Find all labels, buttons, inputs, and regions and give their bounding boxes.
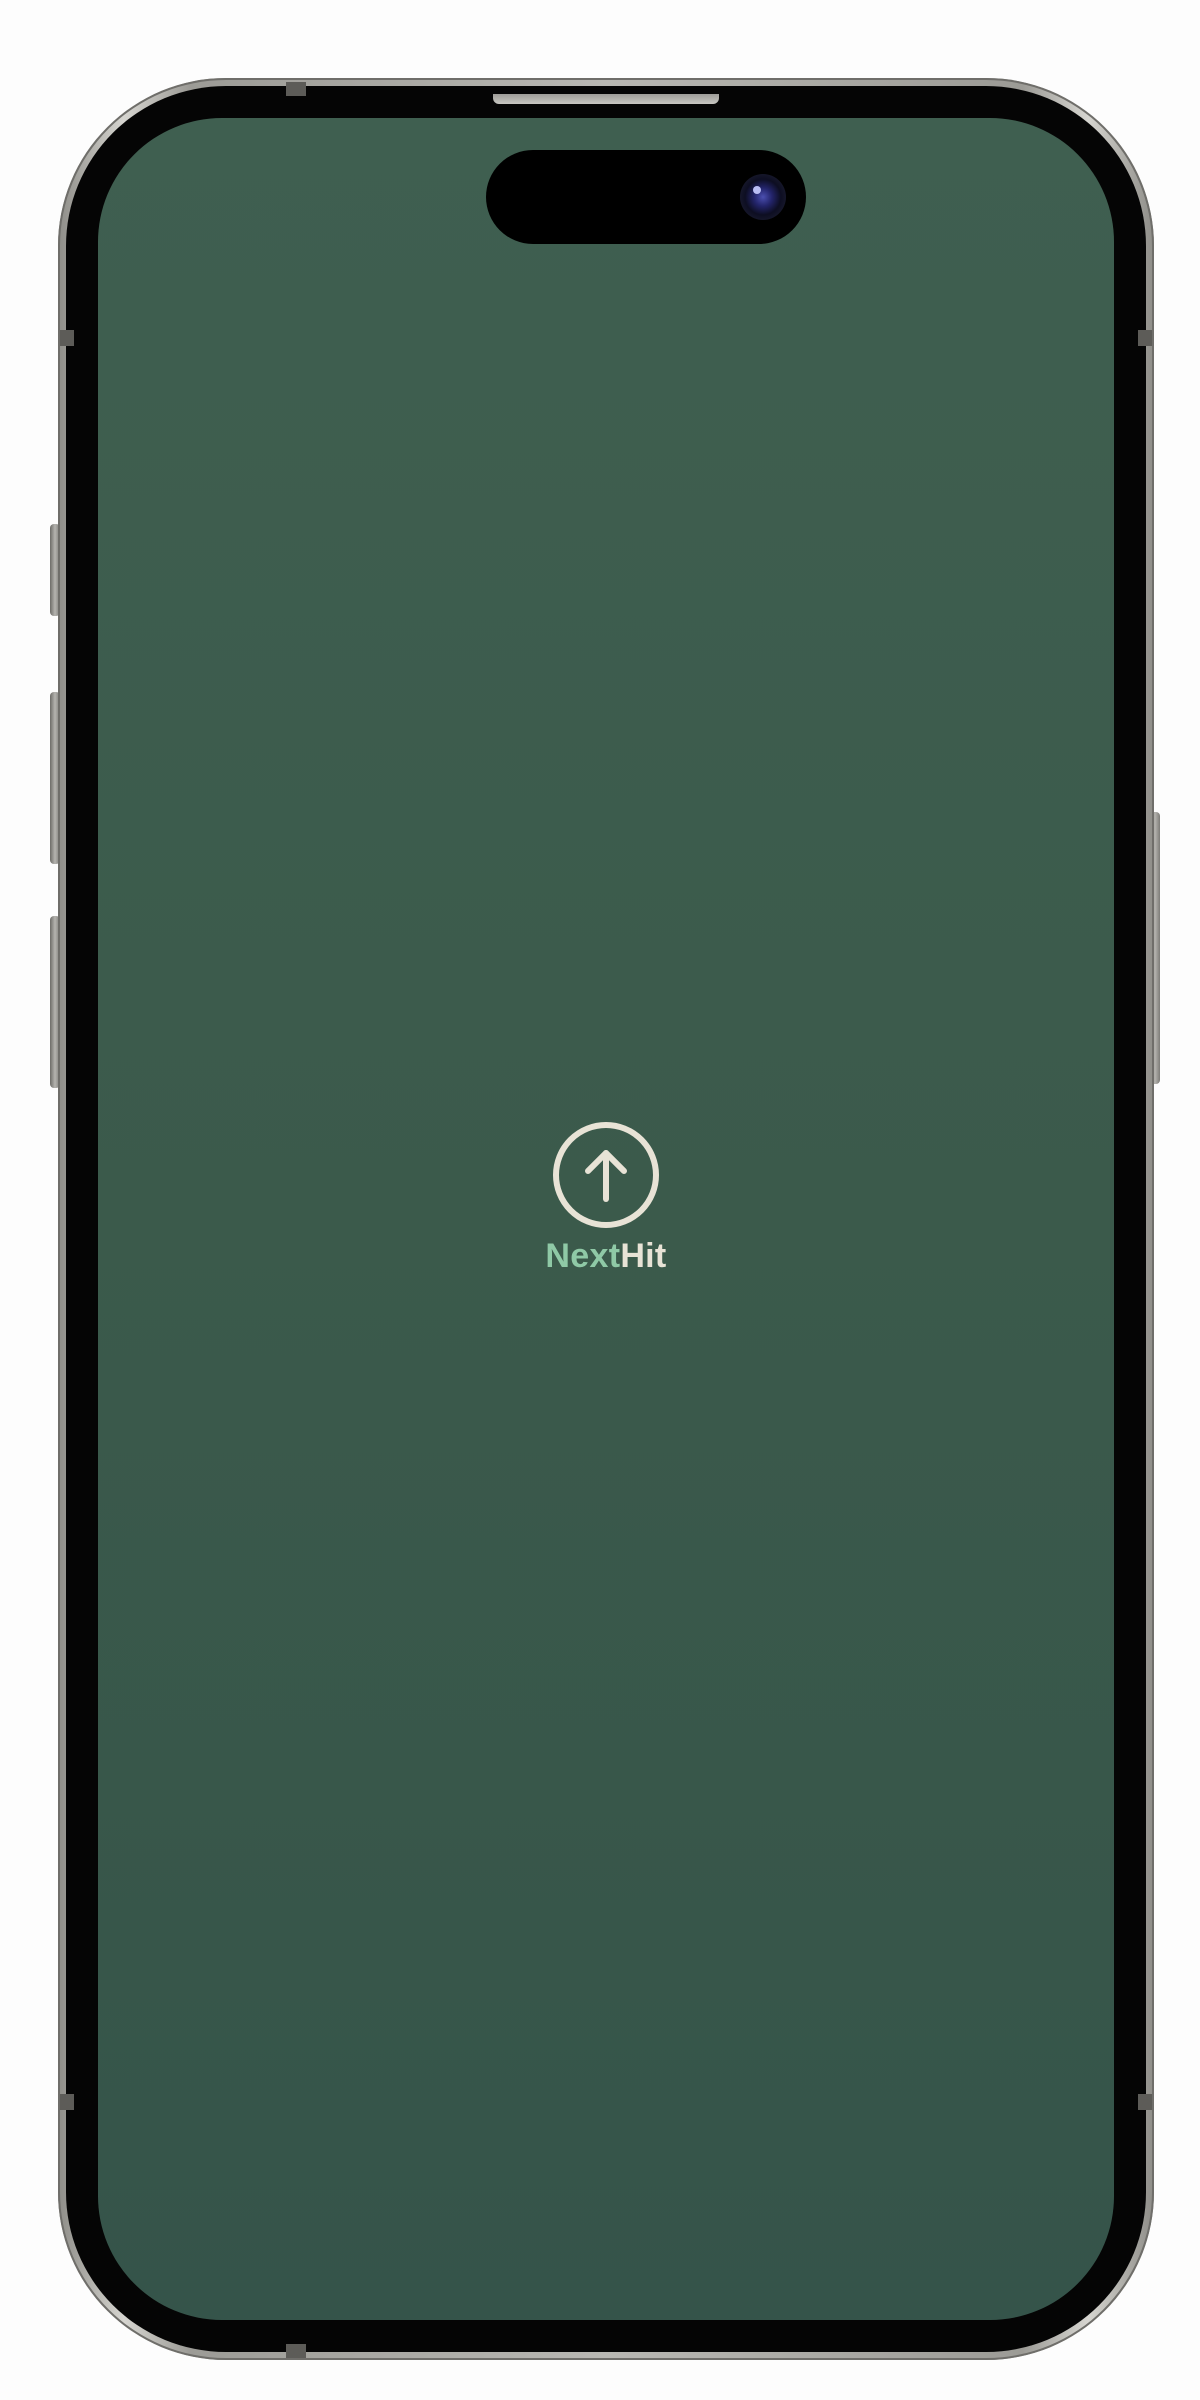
- device-mockup: NextHit: [0, 0, 1200, 2400]
- antenna-band: [60, 2094, 74, 2110]
- antenna-band: [1138, 2094, 1152, 2110]
- dynamic-island: [486, 150, 806, 244]
- antenna-band: [60, 330, 74, 346]
- phone-frame: NextHit: [58, 78, 1154, 2360]
- camera-glint: [753, 186, 761, 194]
- speaker-grill: [493, 94, 719, 104]
- antenna-band: [1138, 330, 1152, 346]
- app-screen: NextHit: [98, 118, 1114, 2320]
- brand-wordmark: NextHit: [545, 1239, 666, 1273]
- splash-logo-group: NextHit: [98, 1119, 1114, 1273]
- camera-icon: [740, 174, 786, 220]
- antenna-band: [286, 82, 306, 96]
- antenna-band: [286, 2344, 306, 2358]
- brand-name-part-1: Next: [545, 1237, 621, 1275]
- arrow-up-circle-icon: [553, 1122, 659, 1228]
- brand-name-part-2: Hit: [620, 1237, 667, 1275]
